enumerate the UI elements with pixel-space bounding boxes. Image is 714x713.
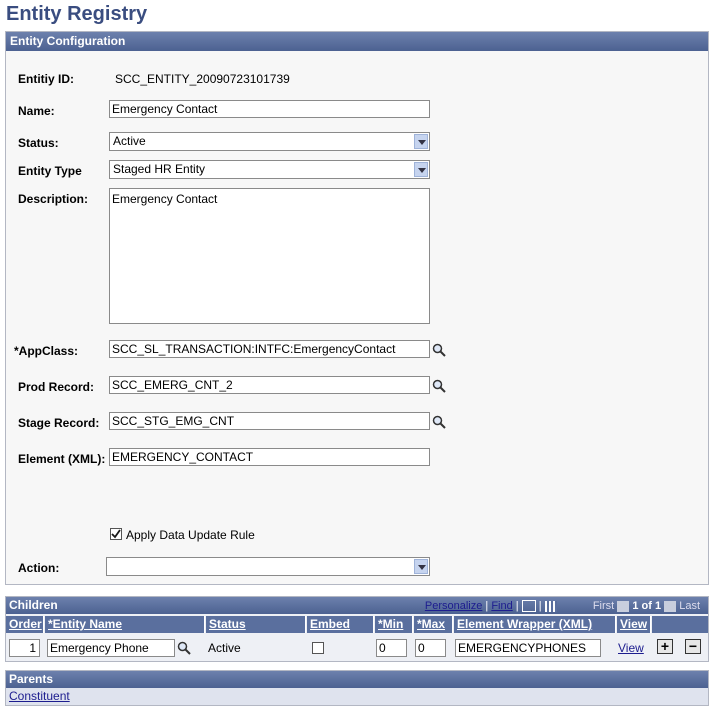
entity-id-label: Entitiy ID: xyxy=(18,72,74,86)
apply-data-update-rule-checkbox[interactable] xyxy=(110,528,122,540)
lookup-icon[interactable] xyxy=(432,379,446,393)
status-label: Status: xyxy=(18,136,59,150)
parents-grid-header: Parents xyxy=(6,671,708,688)
last-label: Last xyxy=(679,600,700,612)
element-xml-field[interactable]: EMERGENCY_CONTACT xyxy=(109,448,430,466)
checkmark-icon xyxy=(111,529,121,539)
status-select-value: Active xyxy=(113,134,146,148)
previous-arrow-icon[interactable] xyxy=(617,600,630,612)
separator: | xyxy=(485,600,489,612)
status-select[interactable]: Active xyxy=(109,132,430,151)
col-embed[interactable]: Embed xyxy=(307,616,374,633)
entity-type-select[interactable]: Staged HR Entity xyxy=(109,160,430,179)
min-field[interactable]: 0 xyxy=(376,639,407,657)
add-row-button[interactable]: + xyxy=(657,639,673,654)
separator: | xyxy=(515,600,519,612)
parents-grid: Parents Constituent xyxy=(5,670,709,706)
col-status[interactable]: Status xyxy=(206,616,306,633)
parent-link-constituent[interactable]: Constituent xyxy=(9,689,70,703)
first-label: First xyxy=(592,600,615,612)
name-field[interactable]: Emergency Contact xyxy=(109,100,430,118)
view-all-icon[interactable] xyxy=(521,600,536,613)
download-grid-icon[interactable] xyxy=(544,600,557,612)
page-title: Entity Registry xyxy=(6,3,148,25)
view-link[interactable]: View xyxy=(618,641,644,655)
col-entity-name[interactable]: *Entity Name xyxy=(45,616,205,633)
action-select[interactable] xyxy=(106,557,430,576)
max-field[interactable]: 0 xyxy=(415,639,446,657)
col-order[interactable]: Order xyxy=(6,616,44,633)
prod-record-field[interactable]: SCC_EMERG_CNT_2 xyxy=(109,376,430,394)
action-label: Action: xyxy=(18,561,60,575)
lookup-icon[interactable] xyxy=(177,641,191,655)
appclass-label: *AppClass: xyxy=(14,344,79,358)
separator: | xyxy=(538,600,542,612)
personalize-link[interactable]: Personalize xyxy=(425,600,482,612)
chevron-down-icon[interactable] xyxy=(414,162,428,177)
col-view[interactable]: View xyxy=(617,616,651,633)
order-field[interactable]: 1 xyxy=(9,639,40,657)
element-xml-label: Element (XML): xyxy=(18,452,106,466)
lookup-icon[interactable] xyxy=(432,343,446,357)
appclass-field[interactable]: SCC_SL_TRANSACTION:INTFC:EmergencyContac… xyxy=(109,340,430,358)
children-title: Children xyxy=(9,598,58,612)
find-link[interactable]: Find xyxy=(491,600,512,612)
apply-data-update-rule-label: Apply Data Update Rule xyxy=(126,528,255,542)
embed-checkbox[interactable] xyxy=(312,642,324,654)
description-label: Description: xyxy=(18,192,89,206)
next-arrow-icon[interactable] xyxy=(664,600,677,612)
col-max[interactable]: *Max xyxy=(414,616,453,633)
description-textarea[interactable]: Emergency Contact xyxy=(109,188,430,324)
chevron-down-icon[interactable] xyxy=(414,559,428,574)
entity-id-value: SCC_ENTITY_20090723101739 xyxy=(115,72,290,86)
col-element-wrapper[interactable]: Element Wrapper (XML) xyxy=(454,616,616,633)
col-min[interactable]: *Min xyxy=(375,616,413,633)
parents-title: Parents xyxy=(9,672,54,686)
grid-navigation-bar: Personalize | Find | | First 1 of 1 Last xyxy=(425,599,700,613)
lookup-icon[interactable] xyxy=(432,415,446,429)
entity-name-field[interactable]: Emergency Phone xyxy=(47,639,175,657)
parents-row: Constituent xyxy=(6,688,708,705)
row-range: 1 of 1 xyxy=(632,600,662,612)
stage-record-field[interactable]: SCC_STG_EMG_CNT xyxy=(109,412,430,430)
entity-type-select-value: Staged HR Entity xyxy=(113,162,206,176)
status-value: Active xyxy=(208,641,241,655)
element-wrapper-field[interactable]: EMERGENCYPHONES xyxy=(455,639,601,657)
panel-header: Entity Configuration xyxy=(6,32,708,51)
stage-record-label: Stage Record: xyxy=(18,416,100,430)
name-label: Name: xyxy=(18,104,55,118)
entity-type-label: Entity Type xyxy=(18,164,82,178)
delete-row-button[interactable]: − xyxy=(685,639,701,654)
col-actions xyxy=(652,616,708,633)
prod-record-label: Prod Record: xyxy=(18,380,95,394)
chevron-down-icon[interactable] xyxy=(414,134,428,149)
